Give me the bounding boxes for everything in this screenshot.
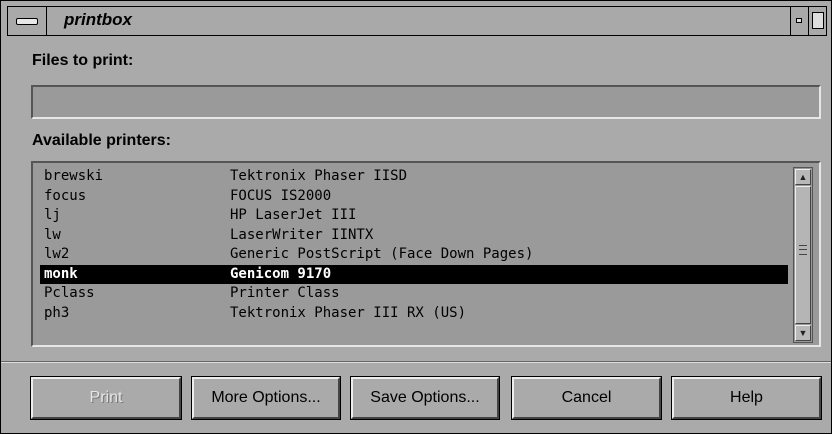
printer-name: focus bbox=[44, 187, 87, 204]
printer-row[interactable]: lj HP LaserJet III bbox=[40, 206, 788, 226]
help-button[interactable]: Help bbox=[671, 376, 822, 420]
print-button[interactable]: Print bbox=[30, 376, 182, 420]
printbox-window: printbox Files to print: Available print… bbox=[0, 0, 832, 434]
printer-description: FOCUS IS2000 bbox=[230, 187, 332, 204]
printer-row[interactable]: focus FOCUS IS2000 bbox=[40, 187, 788, 207]
printer-row[interactable]: Pclass Printer Class bbox=[40, 284, 788, 304]
available-printers-label: Available printers: bbox=[32, 132, 172, 149]
printer-list[interactable]: brewski Tektronix Phaser IISD focus FOCUS I… bbox=[31, 161, 821, 347]
window-title: printbox bbox=[64, 10, 132, 29]
printer-description: HP LaserJet III bbox=[230, 207, 357, 223]
printer-description: Printer Class bbox=[230, 285, 340, 301]
printer-name: Pclass bbox=[44, 285, 95, 301]
printer-row[interactable]: brewski Tektronix Phaser IISD bbox=[40, 167, 788, 187]
scroll-thumb[interactable] bbox=[795, 186, 811, 324]
printer-row[interactable]: lw LaserWriter IINTX bbox=[40, 226, 788, 246]
printer-list-rows: brewski Tektronix Phaser IISD focus FOCUS I… bbox=[40, 167, 788, 323]
printer-name: lw bbox=[44, 226, 61, 243]
printer-description: Genicom 9170 bbox=[230, 265, 332, 282]
more-options-button[interactable]: More Options... bbox=[191, 376, 341, 420]
divider bbox=[1, 361, 831, 363]
maximize-icon[interactable] bbox=[809, 7, 827, 35]
printer-description: LaserWriter IINTX bbox=[230, 226, 374, 243]
printer-description: Tektronix Phaser IISD bbox=[230, 168, 408, 184]
printer-name: monk bbox=[44, 265, 78, 282]
printer-row[interactable]: ph3 Tektronix Phaser III RX (US) bbox=[40, 304, 788, 324]
printer-name: brewski bbox=[44, 168, 104, 184]
arrow-down-icon[interactable]: ▼ bbox=[795, 325, 811, 341]
files-to-print-input[interactable] bbox=[31, 85, 821, 119]
title-bar[interactable]: printbox bbox=[7, 6, 827, 36]
arrow-up-icon[interactable]: ▲ bbox=[795, 169, 811, 185]
minimize-icon[interactable] bbox=[791, 7, 808, 35]
printer-name: ph3 bbox=[44, 304, 70, 321]
title-separator bbox=[46, 7, 47, 35]
window-menu-icon[interactable] bbox=[14, 13, 40, 29]
printer-row[interactable]: lw2 Generic PostScript (Face Down Pages) bbox=[40, 245, 788, 265]
printer-name: lj bbox=[44, 207, 61, 223]
save-options-button[interactable]: Save Options... bbox=[350, 376, 500, 420]
printer-description: Tektronix Phaser III RX (US) bbox=[230, 304, 467, 321]
printer-list-scrollbar[interactable]: ▲ ▼ bbox=[793, 167, 813, 343]
grip-icon bbox=[799, 245, 807, 255]
printer-name: lw2 bbox=[44, 246, 70, 262]
printer-row[interactable]: monk Genicom 9170 bbox=[40, 264, 788, 284]
files-to-print-label: Files to print: bbox=[32, 52, 134, 69]
printer-description: Generic PostScript (Face Down Pages) bbox=[230, 246, 534, 262]
cancel-button[interactable]: Cancel bbox=[511, 376, 662, 420]
